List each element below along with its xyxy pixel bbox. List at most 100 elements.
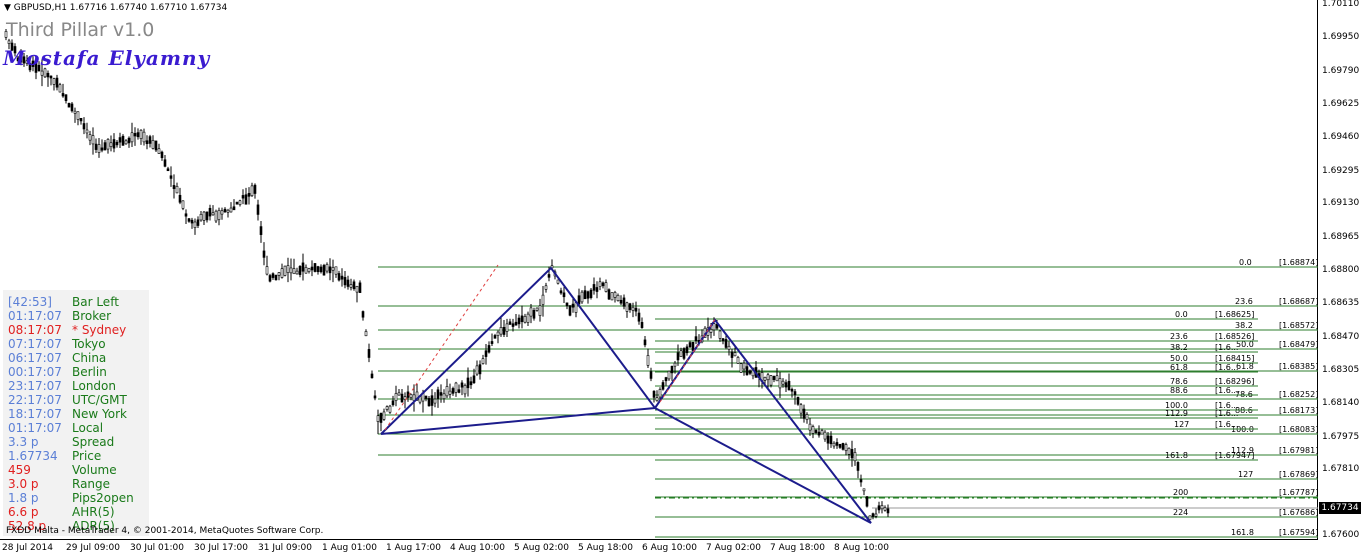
candle-body (247, 193, 251, 197)
candle-body (436, 389, 440, 399)
candle-body (319, 266, 323, 273)
candle-body (124, 140, 128, 145)
session-value: [42:53] (8, 295, 52, 309)
candle-body (838, 443, 842, 448)
fib-level-price: [1.67947] (1215, 451, 1254, 460)
candle-body (685, 346, 689, 354)
candle-body (682, 348, 686, 359)
candle-body (139, 129, 143, 139)
fib-level-label: 23.6 (1170, 332, 1188, 341)
candle-body (313, 263, 317, 272)
candle-body (781, 380, 785, 385)
candle-body (79, 117, 83, 122)
candle-body (292, 268, 296, 275)
time-tick-label: 7 Aug 18:00 (770, 543, 825, 553)
candle-body (811, 426, 815, 434)
candle-body (439, 392, 443, 396)
candle-body (865, 496, 869, 507)
candle-body (295, 270, 299, 275)
candle-body (85, 129, 89, 134)
candle-body (886, 508, 890, 514)
candle-body (487, 345, 491, 353)
session-label: New York (72, 407, 127, 421)
time-axis[interactable]: 28 Jul 2014 29 Jul 09:00 30 Jul 01:00 30 Ju… (0, 540, 1318, 557)
time-tick-label: 30 Jul 17:00 (194, 543, 248, 553)
fib-level-price: [1.6... (1215, 409, 1238, 418)
candle-body (400, 393, 404, 403)
candle-body (373, 395, 377, 399)
time-tick-label: 7 Aug 02:00 (706, 543, 761, 553)
candle-body (562, 292, 566, 298)
candle-body (559, 290, 563, 294)
candle-body (856, 462, 860, 471)
fib-level-label: 200 (1173, 488, 1188, 497)
candle-body (733, 352, 737, 357)
candle-body (577, 295, 581, 305)
candle-body (787, 380, 791, 391)
fib-level-label: 127 (1238, 470, 1253, 479)
indicator-title: Third Pillar v1.0 (6, 19, 155, 41)
candle-body (538, 305, 542, 316)
candle-body (301, 262, 305, 272)
candle-body (277, 272, 281, 276)
candle-body (580, 291, 584, 303)
candle-body (82, 123, 86, 130)
price-axis[interactable]: 1.67734 1.70110 1.69950 1.69790 1.69625 1.69… (1318, 0, 1362, 540)
candle-body (46, 72, 50, 78)
fib-level-price: [1.68874] (1279, 258, 1318, 267)
candle-body (568, 305, 572, 316)
candle-body (796, 396, 800, 405)
copyright-text: FXDD Malta - MetaTrader 4, © 2001-2014, … (6, 526, 324, 536)
session-value: 23:17:07 (8, 379, 62, 393)
candle-body (742, 362, 746, 370)
candle-body (859, 479, 863, 483)
candle-body (274, 274, 278, 281)
candle-body (199, 214, 203, 221)
candle-body (181, 200, 185, 209)
candle-body (196, 219, 200, 226)
candle-body (433, 398, 437, 404)
candle-body (631, 306, 635, 311)
candle-body (592, 284, 596, 291)
price-tick-label: 1.68635 (1322, 298, 1360, 308)
symbol-info: ▼ GBPUSD,H1 1.67716 1.67740 1.67710 1.67… (4, 3, 228, 13)
candle-body (709, 329, 713, 333)
candle-body (346, 279, 350, 287)
price-chart[interactable]: 0.0 [1.68874] 23.6 [1.68687] 38.2 [1.68572] 50… (0, 0, 1318, 540)
time-tick-label: 28 Jul 2014 (2, 543, 53, 553)
candle-body (610, 292, 614, 301)
session-label: Pips2open (72, 491, 134, 505)
candle-body (115, 141, 119, 146)
candle-body (748, 370, 752, 374)
candle-body (448, 390, 452, 395)
fib-level-price: [1.68415] (1215, 354, 1254, 363)
session-value: 3.3 p (8, 435, 39, 449)
candle-body (253, 184, 257, 194)
candle-body (202, 211, 206, 221)
candle-body (478, 364, 482, 375)
candle-body (805, 414, 809, 420)
candle-body (646, 355, 650, 366)
candle-body (97, 144, 101, 153)
time-tick-label: 1 Aug 01:00 (322, 543, 377, 553)
price-tick-label: 1.68965 (1322, 232, 1360, 242)
fib-level-price: [1.6... (1215, 386, 1238, 395)
candle-body (829, 435, 833, 445)
candle-body (745, 366, 749, 376)
candle-body (595, 287, 599, 292)
candle-body (841, 443, 845, 450)
candle-body (55, 77, 59, 88)
price-tick-label: 1.68800 (1322, 265, 1360, 275)
candle-body (283, 265, 287, 276)
fib-level-label: 50.0 (1170, 354, 1188, 363)
candle-body (454, 382, 458, 393)
candle-body (643, 339, 647, 346)
candle-body (772, 376, 776, 380)
session-label: China (72, 351, 107, 365)
candle-body (520, 315, 524, 323)
fib-level-label: 161.8 (1231, 528, 1254, 537)
candle-body (361, 311, 365, 318)
candle-body (157, 148, 161, 154)
candle-body (820, 430, 824, 435)
candle-body (193, 221, 197, 228)
